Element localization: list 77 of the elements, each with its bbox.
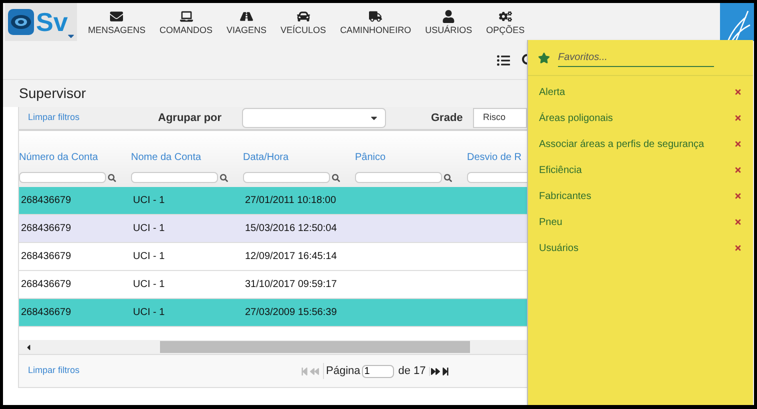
- car-icon: [296, 10, 310, 22]
- table-cell-text: 31/10/2017 09:59:17: [244, 278, 338, 292]
- nav-item[interactable]: VIAGENS: [220, 3, 274, 41]
- scroll-thumb[interactable]: [160, 341, 470, 353]
- logo-text: Sv: [36, 9, 68, 35]
- table-cell-text: UCI - 1: [132, 278, 166, 292]
- grid-field[interactable]: Risco: [473, 108, 527, 128]
- table-cell-text: 15/03/2016 12:50:04: [244, 222, 338, 236]
- table-cell-text: 27/01/2011 10:18:00: [244, 194, 338, 208]
- remove-icon[interactable]: [734, 140, 742, 148]
- column-header[interactable]: Pânico: [355, 150, 467, 165]
- page-field[interactable]: 1: [362, 364, 394, 378]
- star-icon: [538, 52, 550, 64]
- horizontal-scrollbar[interactable]: [19, 340, 527, 355]
- favorite-link[interactable]: Pneu: [539, 214, 562, 230]
- column-header[interactable]: Data/Hora: [243, 150, 355, 165]
- last-page-icon[interactable]: [440, 366, 450, 376]
- column-header[interactable]: Número da Conta: [19, 150, 131, 165]
- search-icon[interactable]: [220, 174, 228, 182]
- remove-icon[interactable]: [734, 244, 742, 252]
- road-icon: [240, 10, 254, 22]
- favorite-link[interactable]: Alerta: [539, 84, 566, 100]
- remove-icon[interactable]: [734, 88, 742, 96]
- favorite-link[interactable]: Usuários: [539, 240, 578, 256]
- column-filter-field[interactable]: [243, 172, 330, 183]
- envelope-icon: [110, 10, 124, 22]
- clear-filters-link[interactable]: Limpar filtros: [28, 364, 300, 378]
- nav-item[interactable]: MENSAGENS: [81, 3, 153, 41]
- nav-item[interactable]: CAMINHONEIRO: [333, 3, 418, 41]
- table-cell-text: 268436679: [20, 250, 72, 264]
- favorite-link[interactable]: Associar áreas a perfis de segurança: [539, 136, 704, 152]
- table-row[interactable]: 268436679 UCI - 1 27/01/2011 10:18:00: [19, 187, 527, 215]
- table-cell-text: 268436679: [20, 194, 72, 208]
- remove-icon[interactable]: [734, 114, 742, 122]
- column-filter-field[interactable]: [355, 172, 442, 183]
- group-by-label: Agrupar por: [158, 110, 223, 126]
- page-total: de 17: [398, 364, 426, 379]
- table-cell-text: 268436679: [20, 222, 72, 236]
- favorites-search-field[interactable]: Favoritos...: [558, 48, 714, 66]
- table-cell-text: 268436679: [20, 306, 72, 320]
- column-filter-field[interactable]: [131, 172, 218, 183]
- user-icon: [442, 10, 456, 22]
- gears-icon: [498, 10, 512, 22]
- favorite-link[interactable]: Eficiência: [539, 162, 582, 178]
- table-cell-text: UCI - 1: [132, 306, 166, 320]
- nav-item[interactable]: COMANDOS: [152, 3, 220, 41]
- truck-icon: [369, 10, 382, 22]
- page-label: Página: [323, 362, 360, 380]
- remove-icon[interactable]: [734, 218, 742, 226]
- search-icon[interactable]: [332, 174, 340, 182]
- laptop-icon: [180, 10, 193, 22]
- table-cell-text: 27/03/2009 15:56:39: [244, 306, 338, 320]
- table-cell-text: UCI - 1: [132, 222, 166, 236]
- list-icon[interactable]: [497, 54, 510, 66]
- search-icon[interactable]: [444, 174, 452, 182]
- clear-filters-link[interactable]: Limpar filtros: [28, 111, 158, 125]
- nav-item[interactable]: VEÍCULOS: [274, 3, 334, 41]
- table-cell-text: UCI - 1: [132, 250, 166, 264]
- next-page-icon[interactable]: [430, 366, 440, 376]
- nav-item[interactable]: OPÇÕES: [479, 3, 532, 41]
- search-icon[interactable]: [108, 174, 116, 182]
- remove-icon[interactable]: [734, 166, 742, 174]
- table-cell-text: 12/09/2017 16:45:14: [244, 250, 338, 264]
- page-title: Supervisor: [19, 84, 86, 103]
- table-row[interactable]: 268436679 UCI - 1 27/03/2009 15:56:39: [19, 299, 527, 327]
- table-cell-text: UCI - 1: [132, 194, 166, 208]
- remove-icon[interactable]: [734, 192, 742, 200]
- grid-label: Grade: [431, 110, 464, 126]
- eye-logo-icon: [8, 9, 34, 35]
- favorite-link[interactable]: Fabricantes: [539, 188, 592, 204]
- column-filter-field[interactable]: [19, 172, 106, 183]
- column-header[interactable]: Nome da Conta: [131, 150, 243, 165]
- favorite-link[interactable]: Áreas poligonais: [539, 110, 613, 126]
- table-row[interactable]: 268436679 UCI - 1 15/03/2016 12:50:04: [19, 215, 527, 243]
- app-logo[interactable]: Sv: [5, 3, 77, 41]
- nav-item[interactable]: USUÁRIOS: [418, 3, 480, 41]
- table-cell-text: 268436679: [20, 278, 72, 292]
